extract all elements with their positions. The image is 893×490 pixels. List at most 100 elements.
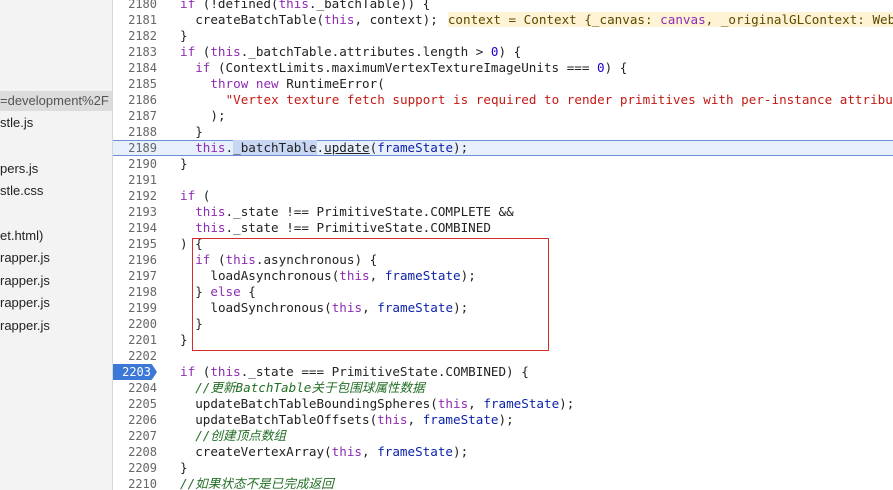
inline-value-part: canvas <box>660 12 706 27</box>
line-number[interactable]: 2198 <box>113 284 157 300</box>
line-number[interactable]: 2188 <box>113 124 157 140</box>
code-token: this <box>278 0 309 11</box>
code-token: ); <box>498 412 514 427</box>
line-number[interactable]: 2204 <box>113 380 157 396</box>
code-token: update <box>324 140 370 155</box>
code-token: , <box>407 412 423 427</box>
line-number[interactable]: 2184 <box>113 60 157 76</box>
code-token: this <box>324 12 355 27</box>
code-token: 0 <box>490 44 499 59</box>
code-token: frameState <box>422 412 499 427</box>
code-token: } <box>195 124 203 139</box>
line-number[interactable]: 2200 <box>113 316 157 332</box>
code-token: (!defined( <box>195 0 279 11</box>
line-number[interactable]: 2192 <box>113 188 157 204</box>
code-line: 2189 this._batchTable.update(frameState); <box>113 140 893 156</box>
code-text: createVertexArray(this, frameState); <box>195 444 468 460</box>
code-line: 2181 createBatchTable(this, context); cont… <box>113 12 893 28</box>
line-number[interactable]: 2208 <box>113 444 157 460</box>
code-token: } <box>180 156 188 171</box>
code-line: 2193 this._state !== PrimitiveState.COMPL… <box>113 204 893 220</box>
code-token: createVertexArray( <box>195 444 332 459</box>
line-number[interactable]: 2196 <box>113 252 157 268</box>
sidebar-file-item[interactable]: =development%2F <box>0 91 112 111</box>
sidebar-file-item[interactable]: stle.js <box>0 113 33 133</box>
code-token: throw new <box>210 76 279 91</box>
code-token: , context); <box>354 12 438 27</box>
line-number[interactable]: 2180 <box>113 0 157 12</box>
line-number[interactable]: 2190 <box>113 156 157 172</box>
code-token: ); <box>453 444 469 459</box>
code-text: //如果状态不是已完成返回 <box>180 476 334 490</box>
line-number[interactable]: 2207 <box>113 428 157 444</box>
line-number[interactable]: 2206 <box>113 412 157 428</box>
code-token: this <box>210 44 241 59</box>
code-token: //如果状态不是已完成返回 <box>180 476 334 490</box>
sidebar-file-item[interactable]: rapper.js <box>0 293 50 313</box>
line-number[interactable]: 2194 <box>113 220 157 236</box>
sidebar-file-item[interactable]: rapper.js <box>0 316 50 336</box>
line-number[interactable]: 2183 <box>113 44 157 60</box>
code-line: 2188} <box>113 124 893 140</box>
code-token: ); <box>210 108 226 123</box>
code-line: 2209} <box>113 460 893 476</box>
code-text: ); <box>210 108 225 124</box>
code-token: this <box>377 412 408 427</box>
line-number[interactable]: 2193 <box>113 204 157 220</box>
code-line: 2204 //更新BatchTable关于包围球属性数据 <box>113 380 893 396</box>
line-number[interactable]: 2187 <box>113 108 157 124</box>
sidebar-file-item[interactable]: pers.js <box>0 159 38 179</box>
line-number[interactable]: 2197 <box>113 268 157 284</box>
line-number[interactable]: 2189 <box>113 141 157 155</box>
code-token: ) { <box>498 44 522 59</box>
code-token: frameState <box>377 140 454 155</box>
sidebar-file-item[interactable]: rapper.js <box>0 248 50 268</box>
code-line: 2184 if (ContextLimits.maximumVertexTextu… <box>113 60 893 76</box>
code-token: //创建顶点数组 <box>195 428 286 443</box>
code-token: ._batchTable)) { <box>308 0 431 11</box>
code-text: if (this._state === PrimitiveState.COMBI… <box>180 364 529 380</box>
line-number[interactable]: 2185 <box>113 76 157 92</box>
line-number[interactable]: 2181 <box>113 12 157 28</box>
code-text: //更新BatchTable关于包围球属性数据 <box>195 380 425 396</box>
code-token: . <box>316 140 325 155</box>
code-token: . <box>225 140 234 155</box>
code-text: if ( <box>180 188 210 204</box>
code-text: } <box>180 28 188 44</box>
code-line: 2203 if (this._state === PrimitiveState.C… <box>113 364 893 380</box>
line-number[interactable]: 2199 <box>113 300 157 316</box>
code-token: this <box>437 396 469 411</box>
code-token: (ContextLimits.maximumVertexTextureImage… <box>210 60 598 75</box>
code-text: this._state !== PrimitiveState.COMPLETE … <box>195 204 513 220</box>
sidebar-file-item[interactable]: rapper.js <box>0 271 50 291</box>
code-token: 0 <box>597 60 605 75</box>
line-number[interactable]: 2191 <box>113 172 157 188</box>
code-text: this._state !== PrimitiveState.COMBINED <box>195 220 491 236</box>
sidebar-file-item[interactable]: et.html) <box>0 226 43 246</box>
breakpoint-line-number[interactable]: 2203 <box>113 364 157 380</box>
line-number[interactable]: 2209 <box>113 460 157 476</box>
line-number[interactable]: 2195 <box>113 236 157 252</box>
code-token: if <box>195 60 211 75</box>
file-navigator-sidebar: =development%2F stle.js pers.js stle.css et.… <box>0 0 113 490</box>
line-number[interactable]: 2205 <box>113 396 157 412</box>
code-text: updateBatchTableBoundingSpheres(this, fr… <box>195 396 574 412</box>
line-number[interactable]: 2186 <box>113 92 157 108</box>
sidebar-file-item[interactable]: stle.css <box>0 181 43 201</box>
code-text: if (this._batchTable.attributes.length >… <box>180 44 521 60</box>
code-line: 2192 if ( <box>113 188 893 204</box>
code-line: 2180 if (!defined(this._batchTable)) { <box>113 0 893 12</box>
code-line: 2206 updateBatchTableOffsets(this, frameS… <box>113 412 893 428</box>
line-number[interactable]: 2201 <box>113 332 157 348</box>
inline-variable-value[interactable]: context = Context {_canvas: canvas, _ori… <box>447 12 893 27</box>
line-number[interactable]: 2202 <box>113 348 157 364</box>
line-number[interactable]: 2182 <box>113 28 157 44</box>
inline-value-part: = Context {_canvas: <box>500 12 661 27</box>
code-line: 2190} <box>113 156 893 172</box>
code-token: if <box>180 364 196 379</box>
code-text: this._batchTable.update(frameState); <box>195 140 468 155</box>
code-token: this <box>195 140 226 155</box>
code-token: createBatchTable( <box>195 12 325 27</box>
line-number[interactable]: 2210 <box>113 476 157 490</box>
code-token: updateBatchTableBoundingSpheres( <box>195 396 438 411</box>
